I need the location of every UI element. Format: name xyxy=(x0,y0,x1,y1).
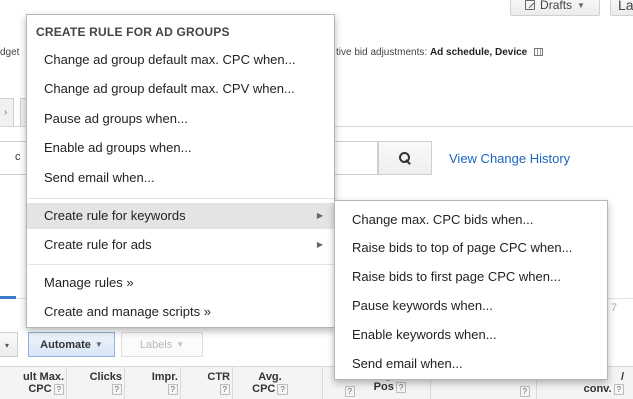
menu-item-send-email[interactable]: Send email when... xyxy=(27,165,334,191)
language-label: La xyxy=(618,0,633,13)
filter-label: c xyxy=(15,151,21,163)
chevron-down-icon: ▼ xyxy=(94,340,103,349)
submenu-item-raise-top-of-page[interactable]: Raise bids to top of page CPC when... xyxy=(335,234,607,261)
submenu-item-enable-keywords[interactable]: Enable keywords when... xyxy=(335,321,607,348)
chevron-right-icon: ▶ xyxy=(316,211,323,220)
column-header-text: CPC xyxy=(28,383,52,395)
column-header-avg-cpc[interactable]: Avg. CPC? xyxy=(238,371,302,395)
search-button[interactable] xyxy=(378,141,432,175)
column-divider xyxy=(180,367,181,399)
labels-button[interactable]: Labels ▼ xyxy=(121,332,203,357)
menu-item-create-rule-keywords[interactable]: Create rule for keywords ▶ xyxy=(27,203,334,229)
menu-separator xyxy=(28,198,334,199)
column-header-impressions[interactable]: Impr. ? xyxy=(128,371,178,395)
chevron-down-icon: ▾ xyxy=(5,341,10,350)
bid-adjustments-summary: tive bid adjustments: Ad schedule, Devic… xyxy=(336,47,543,58)
chevron-down-icon: ▼ xyxy=(577,0,585,10)
pencil-icon xyxy=(525,0,536,10)
drafts-label: Drafts xyxy=(540,0,573,12)
submenu-item-pause-keywords[interactable]: Pause keywords when... xyxy=(335,292,607,319)
language-button[interactable]: La xyxy=(610,0,633,16)
menu-item-change-adgroup-max-cpv[interactable]: Change ad group default max. CPV when... xyxy=(27,76,334,102)
column-header-text: Impr. xyxy=(151,371,178,383)
column-header-max-cpc[interactable]: ult Max. CPC? xyxy=(0,371,64,395)
submenu-item-change-max-cpc[interactable]: Change max. CPC bids when... xyxy=(335,206,607,233)
help-icon[interactable]: ? xyxy=(277,384,288,395)
menu-item-enable-adgroups[interactable]: Enable ad groups when... xyxy=(27,135,334,161)
pagination-count: 7 xyxy=(611,302,618,314)
menu-item-label: Create rule for keywords xyxy=(44,208,186,223)
automate-label: Automate xyxy=(40,338,91,351)
drafts-button[interactable]: Drafts ▼ xyxy=(510,0,600,16)
menu-item-manage-rules[interactable]: Manage rules » xyxy=(27,270,334,296)
column-header-text: ult Max. xyxy=(23,371,64,383)
menu-item-manage-scripts[interactable]: Create and manage scripts » xyxy=(27,299,334,325)
labels-label: Labels xyxy=(139,338,173,351)
search-input[interactable] xyxy=(334,141,378,175)
submenu-item-raise-first-page[interactable]: Raise bids to first page CPC when... xyxy=(335,263,607,290)
keywords-submenu: Change max. CPC bids when... Raise bids … xyxy=(334,200,608,380)
column-header-text: Avg. xyxy=(258,371,282,383)
help-icon[interactable]: ? xyxy=(613,384,624,395)
column-header-text: Pos xyxy=(373,381,394,393)
help-icon[interactable]: ? xyxy=(219,384,230,395)
column-divider xyxy=(66,367,67,399)
help-icon[interactable]: ? xyxy=(519,386,530,397)
help-icon[interactable]: ? xyxy=(111,384,122,395)
column-header-text: CPC xyxy=(252,383,276,395)
bid-adjustments-value: Ad schedule, Device xyxy=(429,47,528,58)
view-change-history-link[interactable]: View Change History xyxy=(449,151,570,166)
toolbar-dropdown-button[interactable]: ▾ xyxy=(0,332,18,357)
search-icon xyxy=(399,152,411,164)
column-header-help[interactable]: ? xyxy=(300,385,355,397)
chevron-down-icon: ▼ xyxy=(176,340,185,349)
menu-section-header: CREATE RULE FOR AD GROUPS xyxy=(36,25,230,39)
help-icon[interactable]: ? xyxy=(53,384,64,395)
help-icon[interactable]: ? xyxy=(167,384,178,395)
column-header-help[interactable]: ? xyxy=(500,385,530,397)
budget-summary: dget xyxy=(0,47,20,58)
column-header-clicks[interactable]: Clicks ? xyxy=(70,371,122,395)
submenu-item-send-email[interactable]: Send email when... xyxy=(335,350,607,377)
menu-item-create-rule-ads[interactable]: Create rule for ads ▶ xyxy=(27,232,334,258)
tab-arrow-icon: › xyxy=(4,107,8,118)
table-icon[interactable] xyxy=(534,48,543,56)
active-tab-underline xyxy=(0,296,16,299)
menu-separator xyxy=(28,264,334,265)
chevron-right-icon: ▶ xyxy=(316,240,323,249)
help-icon[interactable]: ? xyxy=(395,382,407,393)
menu-item-pause-adgroups[interactable]: Pause ad groups when... xyxy=(27,106,334,132)
column-header-text: Clicks xyxy=(89,371,122,383)
bid-adjustments-prefix: tive bid adjustments: xyxy=(336,47,428,58)
column-divider xyxy=(232,367,233,399)
column-header-text: CTR xyxy=(207,371,230,383)
automate-dropdown-menu: CREATE RULE FOR AD GROUPS Change ad grou… xyxy=(26,14,335,328)
menu-item-label: Create rule for ads xyxy=(44,237,152,252)
column-header-text: conv. xyxy=(583,383,612,395)
menu-item-change-adgroup-max-cpc[interactable]: Change ad group default max. CPC when... xyxy=(27,47,334,73)
help-icon[interactable]: ? xyxy=(344,386,355,397)
column-divider xyxy=(124,367,125,399)
automate-button[interactable]: Automate ▼ xyxy=(28,332,115,357)
column-header-ctr[interactable]: CTR ? xyxy=(184,371,230,395)
